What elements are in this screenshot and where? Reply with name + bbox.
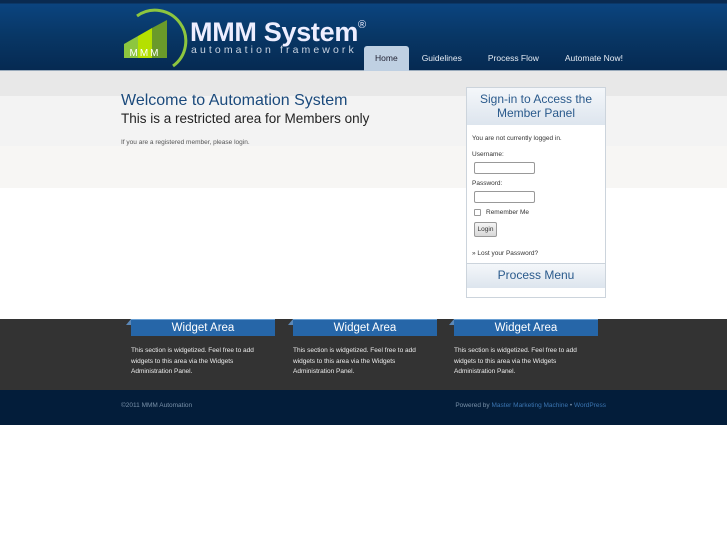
copyright: ©2011 MMM Automation xyxy=(121,402,193,409)
intro-text: If you are a registered member, please l… xyxy=(121,139,250,146)
wordpress-link[interactable]: WordPress xyxy=(574,402,606,409)
login-status: You are not currently logged in. xyxy=(472,135,562,142)
logo-subtitle: automation framework xyxy=(191,44,357,56)
remember-me[interactable]: Remember Me xyxy=(472,209,600,216)
process-menu-panel: Process Menu xyxy=(466,263,606,298)
nav-home[interactable]: Home xyxy=(364,46,409,71)
lost-password-link[interactable]: » Lost your Password? xyxy=(472,250,600,257)
powered-by-text: Powered by xyxy=(455,402,490,409)
widget: Widget Area This section is widgetized. F… xyxy=(126,319,276,378)
process-menu-title: Process Menu xyxy=(467,264,605,288)
login-panel: Sign-in to Access the Member Panel You a… xyxy=(466,87,606,264)
band xyxy=(0,146,727,188)
username-input[interactable] xyxy=(474,162,535,174)
logo-title-text: MMM System xyxy=(190,17,359,47)
svg-text:MMM: MMM xyxy=(130,48,161,59)
widget: Widget Area This section is widgetized. F… xyxy=(288,319,438,378)
nav-automate-now[interactable]: Automate Now! xyxy=(552,46,636,71)
widget-title: Widget Area xyxy=(293,319,437,336)
password-input[interactable] xyxy=(474,191,535,203)
remember-me-label: Remember Me xyxy=(486,209,529,216)
footer: ©2011 MMM Automation Powered by Master M… xyxy=(0,390,727,425)
remember-me-checkbox[interactable] xyxy=(474,209,481,216)
widget-text: This section is widgetized. Feel free to… xyxy=(293,347,416,375)
mmm-link[interactable]: Master Marketing Machine xyxy=(491,402,568,409)
widget-text: This section is widgetized. Feel free to… xyxy=(131,347,254,375)
main-nav: Home Guidelines Process Flow Automate No… xyxy=(364,46,636,71)
registered-mark: ® xyxy=(358,19,366,31)
login-panel-title: Sign-in to Access the Member Panel xyxy=(467,88,605,125)
main-content: Welcome to Automation System This is a r… xyxy=(121,92,451,146)
username-label: Username: xyxy=(472,151,504,158)
logo-mark-icon: MMM xyxy=(124,8,188,68)
page-subtitle: This is a restricted area for Members on… xyxy=(121,111,370,126)
password-label: Password: xyxy=(472,180,503,187)
nav-process-flow[interactable]: Process Flow xyxy=(475,46,552,71)
page-title: Welcome to Automation System xyxy=(121,92,348,109)
widget-title: Widget Area xyxy=(454,319,598,336)
widget-section: Widget Area This section is widgetized. F… xyxy=(0,319,727,390)
widget: Widget Area This section is widgetized. F… xyxy=(449,319,599,378)
widget-title: Widget Area xyxy=(131,319,275,336)
widget-text: This section is widgetized. Feel free to… xyxy=(454,347,577,375)
powered-by: Powered by Master Marketing Machine • Wo… xyxy=(455,402,606,409)
site-header: MMM MMM System® automation framework Hom… xyxy=(0,0,727,71)
nav-guidelines[interactable]: Guidelines xyxy=(409,46,475,71)
login-button[interactable]: Login xyxy=(474,222,497,237)
